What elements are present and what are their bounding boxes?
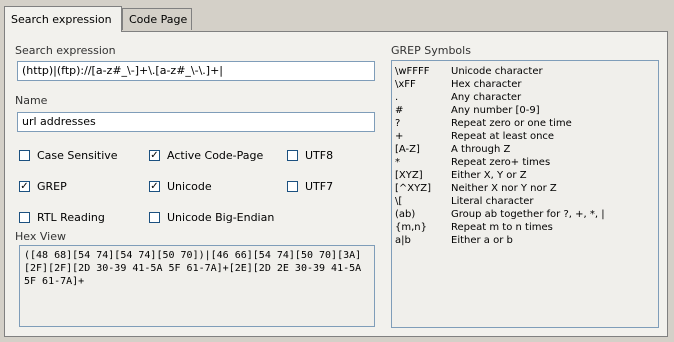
- grep-symbol-description: Either X, Y or Z: [451, 170, 527, 181]
- grep-symbol: [XYZ]: [395, 170, 423, 181]
- name-input[interactable]: url addresses: [17, 112, 375, 132]
- grep-symbol: \[: [395, 196, 403, 207]
- grep-symbol: .: [395, 92, 399, 103]
- active-code-page-checkbox[interactable]: ✓ Active Code-Page: [149, 149, 263, 162]
- grep-symbol-row: a|b Either a or b: [395, 234, 655, 247]
- checkbox-label: Unicode Big-Endian: [167, 211, 275, 224]
- grep-symbol-row: . Any character: [395, 91, 655, 104]
- tab-code-page[interactable]: Code Page: [122, 8, 192, 30]
- checkbox-label: UTF7: [305, 180, 334, 193]
- grep-symbol-row: {m,n} Repeat m to n times: [395, 221, 655, 234]
- grep-symbol-row: \wFFFF Unicode character: [395, 65, 655, 78]
- grep-symbol-row: \xFF Hex character: [395, 78, 655, 91]
- tab-search-expression[interactable]: Search expression: [4, 6, 122, 32]
- grep-symbol-row: + Repeat at least once: [395, 130, 655, 143]
- checkbox-box[interactable]: [287, 150, 298, 161]
- grep-symbol: [A-Z]: [395, 144, 420, 155]
- checkbox-label: Unicode: [167, 180, 212, 193]
- checkbox-box[interactable]: [149, 212, 160, 223]
- grep-symbol: \xFF: [395, 79, 416, 90]
- grep-symbol: a|b: [395, 235, 411, 246]
- grep-symbol: [^XYZ]: [395, 183, 431, 194]
- unicode-checkbox[interactable]: ✓ Unicode: [149, 180, 212, 193]
- grep-symbol-row: \[ Literal character: [395, 195, 655, 208]
- checkbox-box[interactable]: [19, 150, 30, 161]
- utf7-checkbox[interactable]: UTF7: [287, 180, 333, 193]
- grep-symbol-row: [A-Z] A through Z: [395, 143, 655, 156]
- case-sensitive-checkbox[interactable]: Case Sensitive: [19, 149, 118, 162]
- grep-symbols-list: \wFFFF Unicode character \xFF Hex character…: [391, 60, 659, 328]
- grep-symbol-row: ? Repeat zero or one time: [395, 117, 655, 130]
- grep-symbol-description: Neither X nor Y nor Z: [451, 183, 557, 194]
- checkbox-box[interactable]: ✓: [19, 181, 30, 192]
- grep-symbol-row: [^XYZ] Neither X nor Y nor Z: [395, 182, 655, 195]
- grep-symbol-description: Repeat at least once: [451, 131, 555, 142]
- grep-symbol-row: [XYZ] Either X, Y or Z: [395, 169, 655, 182]
- checkbox-box[interactable]: [19, 212, 30, 223]
- grep-checkbox[interactable]: ✓ GREP: [19, 180, 67, 193]
- grep-symbol-description: A through Z: [451, 144, 511, 155]
- grep-symbol: #: [395, 105, 404, 116]
- rtl-reading-checkbox[interactable]: RTL Reading: [19, 211, 105, 224]
- grep-symbol-description: Hex character: [451, 79, 522, 90]
- grep-symbol-description: Repeat zero or one time: [451, 118, 572, 129]
- checkbox-box[interactable]: ✓: [149, 150, 160, 161]
- search-expression-panel: Search expression (http)|(ftp)://[a-z#_\…: [4, 31, 668, 337]
- utf8-checkbox[interactable]: UTF8: [287, 149, 333, 162]
- grep-symbol: +: [395, 131, 404, 142]
- search-expression-input[interactable]: (http)|(ftp)://[a-z#_\-]+\.[a-z#_\-\.]+|: [17, 61, 375, 81]
- grep-symbol-row: # Any number [0-9]: [395, 104, 655, 117]
- unicode-big-endian-checkbox[interactable]: Unicode Big-Endian: [149, 211, 274, 224]
- checkbox-label: Active Code-Page: [167, 149, 264, 162]
- grep-symbol-description: Unicode character: [451, 66, 543, 77]
- checkbox-box[interactable]: ✓: [149, 181, 160, 192]
- checkbox-label: Case Sensitive: [37, 149, 118, 162]
- grep-symbol-description: Repeat zero+ times: [451, 157, 551, 168]
- grep-symbol-description: Either a or b: [451, 235, 513, 246]
- grep-symbol-description: Any character: [451, 92, 522, 103]
- checkbox-label: RTL Reading: [37, 211, 105, 224]
- name-label: Name: [15, 94, 48, 107]
- grep-symbol: *: [395, 157, 400, 168]
- grep-symbol-description: Literal character: [451, 196, 534, 207]
- grep-symbol: (ab): [395, 209, 416, 220]
- grep-symbol-description: Repeat m to n times: [451, 222, 553, 233]
- hex-view-label: Hex View: [15, 230, 66, 243]
- checkbox-box[interactable]: [287, 181, 298, 192]
- grep-symbol: ?: [395, 118, 401, 129]
- grep-symbol-row: * Repeat zero+ times: [395, 156, 655, 169]
- grep-symbol-row: (ab) Group ab together for ?, +, *, |: [395, 208, 655, 221]
- hex-view-box: ([48 68][54 74][54 74][50 70])|[46 66][5…: [19, 245, 375, 327]
- grep-symbol-description: Group ab together for ?, +, *, |: [451, 209, 605, 220]
- grep-symbol: {m,n}: [395, 222, 427, 233]
- grep-symbol-description: Any number [0-9]: [451, 105, 540, 116]
- grep-symbols-label: GREP Symbols: [391, 44, 471, 57]
- search-expression-label: Search expression: [15, 44, 116, 57]
- checkbox-label: UTF8: [305, 149, 334, 162]
- checkbox-label: GREP: [37, 180, 67, 193]
- grep-symbol: \wFFFF: [395, 66, 430, 77]
